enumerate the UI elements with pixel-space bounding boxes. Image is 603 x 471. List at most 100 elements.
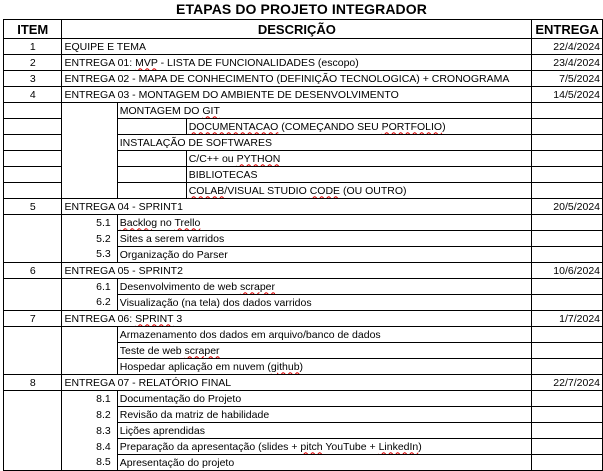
row-description: ENTREGA 02 - MAPA DE CONHECIMENTO (DEFIN… <box>61 70 532 87</box>
header-entrega: ENTREGA <box>531 19 603 39</box>
text-segment: pitch <box>300 440 323 453</box>
row-description: Armazenamento dos dados em arquivo/banco… <box>116 326 532 343</box>
table-row: BIBLIOTECAS <box>2 166 603 183</box>
table-row: 4 ENTREGA 03 - MONTAGEM DO AMBIENTE DE D… <box>2 86 603 103</box>
row-description: INSTALAÇÃO DE SOFTWARES <box>116 134 532 151</box>
text-segment: github <box>270 360 300 373</box>
text-segment: /VISUAL STUDIO <box>224 184 310 197</box>
row-description: COLAB/VISUAL STUDIO CODE (OU OUTRO) <box>185 182 532 199</box>
table-row: 8.1 Documentação do Projeto <box>2 390 603 407</box>
subitem-number: 8.1 <box>96 392 111 405</box>
text-segment: Trello <box>174 216 201 229</box>
row-description: Apresentação do projeto <box>116 454 532 471</box>
row-description: ENTREGA 04 - SPRINT1 <box>61 198 532 215</box>
text-segment: Backlog <box>119 216 158 229</box>
text-segment: PYTHON <box>236 152 281 165</box>
table-row: Armazenamento dos dados em arquivo/banco… <box>2 326 603 343</box>
text-segment: scraper <box>184 344 220 357</box>
text-segment: MONTAGEM DO <box>119 104 203 117</box>
text-segment: Hospedar aplicação em nuvem ( <box>119 360 271 373</box>
text-segment: LinkedIn <box>378 440 419 453</box>
row-date: 1/7/2024 <box>531 310 603 327</box>
text-segment: SPRINT <box>135 312 174 325</box>
row-description: ENTREGA 01: MVP - LISTA DE FUNCIONALIDAD… <box>61 54 532 71</box>
row-description: ENTREGA 05 - SPRINT2 <box>61 262 532 279</box>
row-description: MONTAGEM DO GIT <box>116 102 532 119</box>
text-segment: ) <box>418 440 422 453</box>
subitem-number: 8.2 <box>96 408 111 421</box>
subitem-number: 5.1 <box>96 216 111 229</box>
table-row: 1 EQUIPE E TEMA 22/4/2024 <box>2 38 603 55</box>
table-row: 8.3 Lições aprendidas <box>2 422 603 439</box>
row-description: ENTREGA 07 - RELATÓRIO FINAL <box>61 374 532 391</box>
subitem-number: 8.4 <box>96 440 111 453</box>
row-description: Teste de web scraper <box>116 342 532 359</box>
row-description: ENTREGA 03 - MONTAGEM DO AMBIENTE DE DES… <box>61 86 532 103</box>
subitem-number: 6.1 <box>96 280 111 293</box>
row-description: BIBLIOTECAS <box>185 166 532 183</box>
text-segment: PORTFOLIO <box>381 120 443 133</box>
row-description: EQUIPE E TEMA <box>61 38 532 55</box>
table-row: 6 ENTREGA 05 - SPRINT2 10/6/2024 <box>2 262 603 279</box>
text-segment: ENTREGA 06: <box>64 312 136 325</box>
subitem-number: 8.3 <box>96 424 111 437</box>
table-row: DOCUMENTACAO (COMEÇANDO SEU PORTFOLIO) <box>2 118 603 135</box>
item-number: 2 <box>2 54 63 71</box>
row-description: Backlog no Trello <box>116 214 532 231</box>
row-date: 23/4/2024 <box>531 54 603 71</box>
item-number: 8 <box>2 374 63 391</box>
table-row: Teste de web scraper <box>2 342 603 359</box>
table-row: MONTAGEM DO GIT <box>2 102 603 119</box>
subitem-number: 5.2 <box>96 232 111 245</box>
table-row: 5.2 Sites a serem varridos <box>2 230 603 247</box>
table-row: 3 ENTREGA 02 - MAPA DE CONHECIMENTO (DEF… <box>2 70 603 87</box>
table-row: 5 ENTREGA 04 - SPRINT1 20/5/2024 <box>2 198 603 215</box>
text-segment: (COMEÇANDO SEU <box>278 120 382 133</box>
text-segment: 3 <box>173 312 183 325</box>
row-date: 14/5/2024 <box>531 86 603 103</box>
table-row: 6.2 Visualização (na tela) dos dados var… <box>2 294 603 311</box>
table-row: C/C++ ou PYTHON <box>2 150 603 167</box>
row-description: Documentação do Projeto <box>116 390 532 407</box>
item-number: 6 <box>2 262 63 279</box>
text-segment: GIT <box>202 104 220 117</box>
text-segment: Teste de web <box>119 344 185 357</box>
row-date: 22/7/2024 <box>531 374 603 391</box>
row-description: Desenvolvimento de web scraper <box>116 278 532 295</box>
text-segment: ) <box>442 120 446 133</box>
table-row: 8.2 Revisão da matriz de habilidade <box>2 406 603 423</box>
row-description: DOCUMENTACAO (COMEÇANDO SEU PORTFOLIO) <box>185 118 532 135</box>
text-segment: DOCUMENTACAO <box>188 120 279 133</box>
table-row: COLAB/VISUAL STUDIO CODE (OU OUTRO) <box>2 182 603 199</box>
item-number: 4 <box>2 86 63 103</box>
table-row: 7 ENTREGA 06: SPRINT 3 1/7/2024 <box>2 310 603 327</box>
row-description: Lições aprendidas <box>116 422 532 439</box>
table-row: 8.5 Apresentação do projeto <box>2 454 603 471</box>
project-stages-table: ITEM DESCRIÇÃO ENTREGA 1 EQUIPE E TEMA 2… <box>2 19 603 471</box>
row-description: Visualização (na tela) dos dados varrido… <box>116 294 532 311</box>
header-item: ITEM <box>2 19 63 39</box>
subitem-number: 6.2 <box>61 294 118 311</box>
row-date: 20/5/2024 <box>531 198 603 215</box>
subitem-number: 8.5 <box>61 454 118 471</box>
row-date: 10/6/2024 <box>531 262 603 279</box>
text-segment: YouTube + <box>322 440 379 453</box>
item-number: 3 <box>2 70 63 87</box>
row-description: ENTREGA 06: SPRINT 3 <box>61 310 532 327</box>
row-description: Hospedar aplicação em nuvem (github) <box>116 358 532 375</box>
table-row: 5.1 Backlog no Trello <box>2 214 603 231</box>
text-segment: ENTREGA 01: <box>64 56 136 69</box>
text-segment: Desenvolvimento de web <box>119 280 240 293</box>
table-row: 2 ENTREGA 01: MVP - LISTA DE FUNCIONALID… <box>2 54 603 71</box>
text-segment: CODE <box>309 184 341 197</box>
row-description: Preparação da apresentação (slides + pit… <box>116 438 532 455</box>
text-segment: C/C++ ou <box>188 152 237 165</box>
table-row: 6.1 Desenvolvimento de web scraper <box>2 278 603 295</box>
table-row: 8 ENTREGA 07 - RELATÓRIO FINAL 22/7/2024 <box>2 374 603 391</box>
row-date: 22/4/2024 <box>531 38 603 55</box>
subitem-number: 5.3 <box>61 246 118 263</box>
text-segment: ) <box>299 360 304 373</box>
text-segment: Preparação da apresentação (slides + <box>119 440 301 453</box>
row-date: 7/5/2024 <box>531 70 603 87</box>
row-description: Revisão da matriz de habilidade <box>116 406 532 423</box>
